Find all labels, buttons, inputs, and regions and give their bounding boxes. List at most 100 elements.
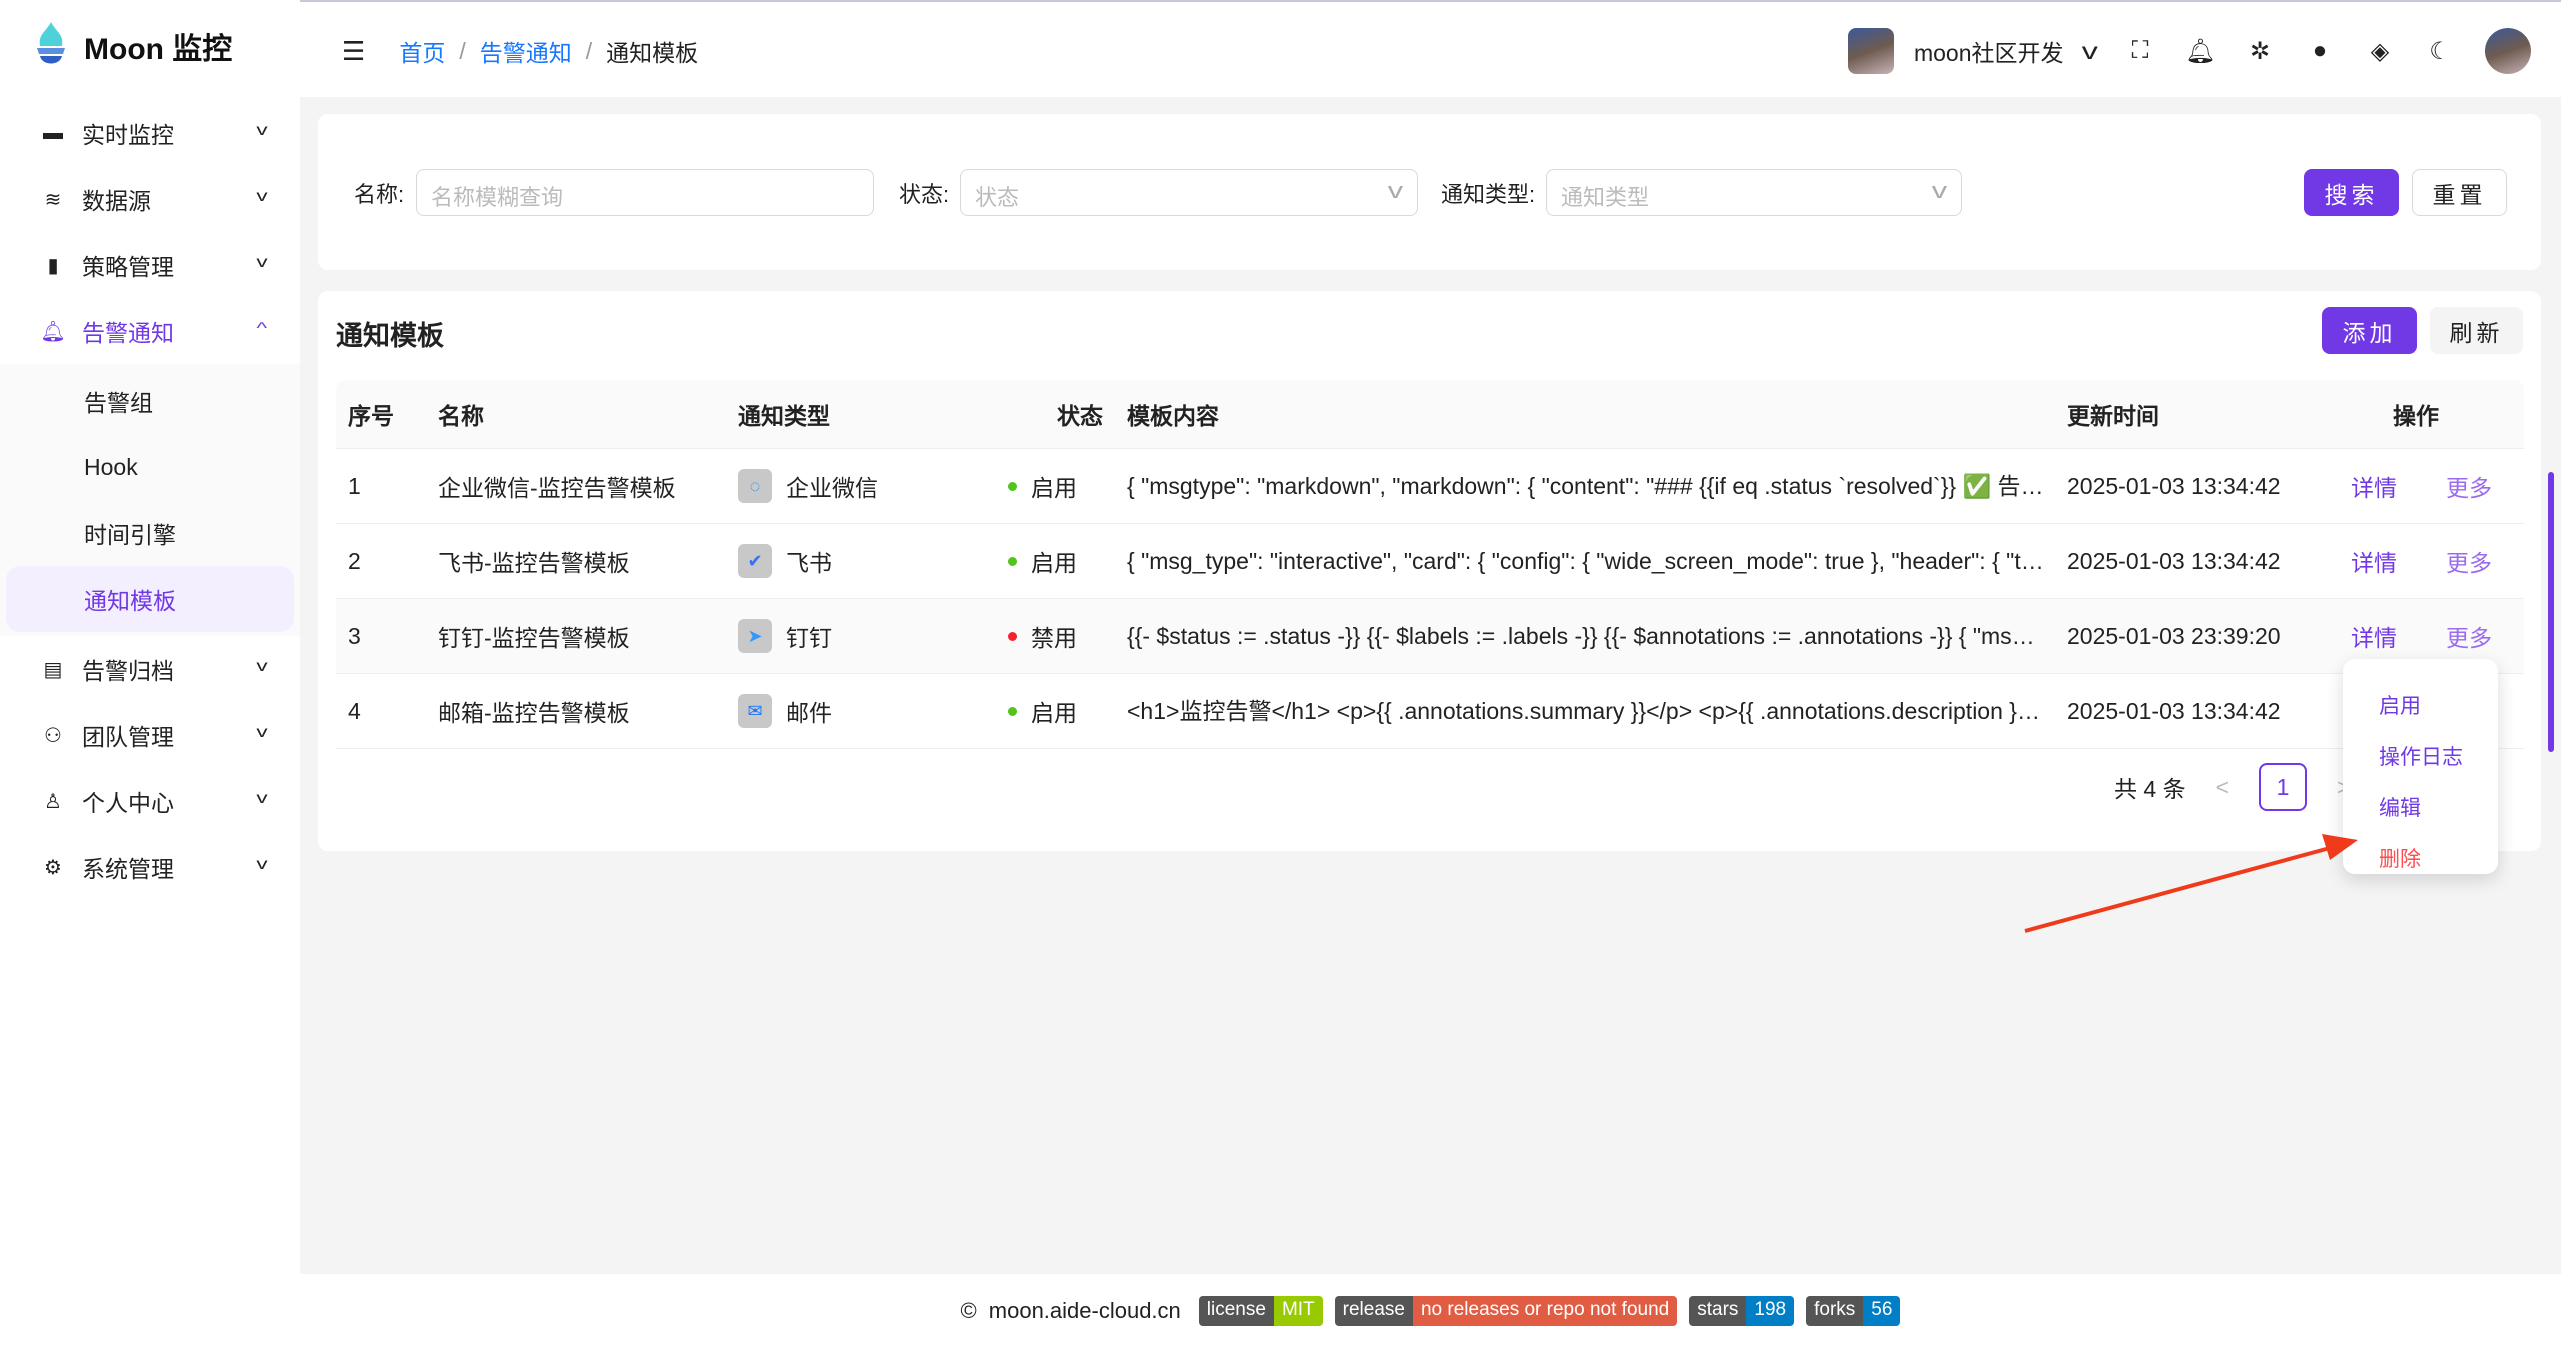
detail-link[interactable]: 详情 [2351, 449, 2397, 523]
sidebar-subitem-alarm-group[interactable]: 告警组 [6, 368, 294, 434]
name-label: 名称: [354, 182, 405, 207]
team-avatar [1847, 28, 1894, 74]
chevron-down-icon: v [1931, 178, 1948, 203]
cell-no: 2 [348, 547, 361, 574]
cell-time: 2025-01-03 13:34:42 [2067, 547, 2281, 574]
archive-icon: ▤ [43, 658, 63, 681]
badge-release[interactable]: release no releases or repo not found [1334, 1296, 1678, 1326]
col-type: 通知类型 [738, 380, 830, 448]
sidebar-subitem-hook[interactable]: Hook [6, 434, 294, 500]
type-label: 飞书 [786, 550, 832, 576]
badges: license MIT release no releases or repo not… [1198, 1296, 1901, 1326]
detail-link[interactable]: 详情 [2351, 524, 2397, 598]
breadcrumb-alarm-notify[interactable]: 告警通知 [480, 34, 572, 68]
col-time: 更新时间 [2067, 380, 2159, 448]
more-link[interactable]: 更多 [2446, 449, 2492, 523]
badge-license[interactable]: license MIT [1198, 1296, 1323, 1326]
layers-icon: ≋ [44, 188, 62, 211]
cell-content: { "msg_type": "interactive", "card": { "… [1127, 548, 2047, 574]
breadcrumb: ☰ 首页 / 告警通知 / 通知模板 [342, 34, 698, 68]
cell-status: 启用 [1008, 674, 1077, 748]
menu-item-enable[interactable]: 启用 [2343, 679, 2498, 730]
main-content: 名称: 名称模糊查询 状态: 状态 v 通知类型: 通知类型 v 搜索 重置 通知模… [300, 97, 2561, 1274]
feishu-icon: ✔ [738, 544, 772, 578]
notify-type-select[interactable]: 通知类型 v [1546, 169, 1962, 216]
cell-type: ✔ 飞书 [738, 524, 832, 598]
status-select[interactable]: 状态 v [960, 169, 1418, 216]
bell-icon: 🔔︎ [40, 320, 66, 343]
menu-fold-icon[interactable]: ☰ [342, 36, 365, 67]
cell-status: 启用 [1008, 449, 1077, 523]
badge-value: no releases or repo not found [1412, 1296, 1678, 1326]
type-label: 邮件 [786, 700, 832, 726]
sidebar-item-alarm-notify[interactable]: 🔔︎ 告警通知 ^ [0, 298, 300, 364]
sidebar: Moon 监控 ▬ 实时监控 v ≋ 数据源 v ▮ 策略管理 v 🔔︎ 告警通知 ^ 告警组 … [0, 0, 300, 1348]
cell-status: 启用 [1008, 524, 1077, 598]
user-avatar[interactable] [2485, 28, 2531, 74]
cell-name: 飞书-监控告警模板 [438, 550, 630, 576]
dingtalk-icon: ➤ [738, 619, 772, 653]
sidebar-subitem-time-engine[interactable]: 时间引擎 [6, 500, 294, 566]
status-dot [1008, 481, 1017, 491]
prev-page-icon[interactable]: < [2216, 774, 2229, 801]
status-text: 禁用 [1031, 625, 1077, 651]
type-label: 通知类型: [1441, 182, 1536, 207]
table-scrollbar[interactable] [2548, 472, 2554, 752]
badge-key: license [1198, 1296, 1274, 1326]
type-placeholder: 通知类型 [1561, 185, 1650, 210]
logo[interactable]: Moon 监控 [34, 22, 232, 70]
badge-forks[interactable]: forks 56 [1806, 1296, 1901, 1326]
sidebar-subitem-notify-template[interactable]: 通知模板 [6, 566, 294, 632]
cell-status: 禁用 [1008, 599, 1077, 673]
cell-content: { "msgtype": "markdown", "markdown": { "… [1127, 473, 2047, 499]
refresh-button[interactable]: 刷新 [2430, 307, 2523, 354]
table-row: 4 邮箱-监控告警模板 ✉ 邮件 启用 <h1>监控告警</h1> <p>{{ .… [336, 674, 2524, 749]
badge-key: stars [1689, 1296, 1747, 1326]
user-icon: ♙ [44, 790, 62, 813]
cell-content: <h1>监控告警</h1> <p>{{ .annotations.summary… [1127, 698, 2047, 724]
add-button[interactable]: 添加 [2322, 307, 2417, 354]
cell-time: 2025-01-03 23:39:20 [2067, 622, 2281, 649]
sidebar-item-label: 实时监控 [82, 122, 174, 148]
wecom-icon: ◌ [738, 469, 772, 503]
status-placeholder: 状态 [975, 185, 1020, 210]
status-text: 启用 [1031, 475, 1077, 501]
sidebar-item-datasource[interactable]: ≋ 数据源 v [0, 166, 300, 232]
reset-button[interactable]: 重置 [2412, 169, 2507, 216]
moon-icon[interactable]: ☾ [2425, 37, 2455, 66]
badge-key: release [1334, 1296, 1413, 1326]
sidebar-item-system[interactable]: ⚙ 系统管理 v [0, 834, 300, 900]
sidebar-item-team[interactable]: ⚇ 团队管理 v [0, 702, 300, 768]
chevron-down-icon: v [256, 856, 268, 873]
sidebar-item-archive[interactable]: ▤ 告警归档 v [0, 636, 300, 702]
site-link[interactable]: moon.aide-cloud.cn [989, 1298, 1181, 1324]
total-count: 共 4 条 [2114, 776, 2186, 802]
menu-item-delete[interactable]: 删除 [2343, 832, 2498, 883]
sidebar-item-realtime-monitor[interactable]: ▬ 实时监控 v [0, 100, 300, 166]
search-button[interactable]: 搜索 [2304, 169, 2399, 216]
sidebar-item-profile[interactable]: ♙ 个人中心 v [0, 768, 300, 834]
status-dot [1008, 706, 1017, 716]
menu-item-edit[interactable]: 编辑 [2343, 781, 2498, 832]
badge-stars[interactable]: stars 198 [1689, 1296, 1795, 1326]
api-icon[interactable]: ◈ [2365, 37, 2395, 66]
footer: © moon.aide-cloud.cn license MIT release no… [300, 1274, 2561, 1348]
github-icon[interactable]: ● [2305, 37, 2335, 65]
sidebar-item-strategy[interactable]: ▮ 策略管理 v [0, 232, 300, 298]
menu-item-operation-log[interactable]: 操作日志 [2343, 730, 2498, 781]
openai-icon[interactable]: ✲ [2245, 37, 2275, 66]
col-content: 模板内容 [1127, 380, 1219, 448]
more-link[interactable]: 更多 [2446, 524, 2492, 598]
cell-no: 3 [348, 622, 361, 649]
table-title: 通知模板 [336, 321, 444, 351]
cell-time: 2025-01-03 13:34:42 [2067, 697, 2281, 724]
breadcrumb-home[interactable]: 首页 [399, 34, 445, 68]
bell-icon[interactable]: 🔔︎ [2185, 37, 2215, 66]
col-actions: 操作 [2366, 380, 2466, 448]
page-1[interactable]: 1 [2259, 763, 2308, 811]
gear-icon: ⚙ [44, 856, 62, 879]
name-search-input[interactable]: 名称模糊查询 [416, 169, 874, 216]
fullscreen-icon[interactable]: ⛶ [2125, 37, 2155, 65]
team-switcher[interactable]: moon社区开发 v [1847, 28, 2097, 74]
badge-key: forks [1806, 1296, 1864, 1326]
